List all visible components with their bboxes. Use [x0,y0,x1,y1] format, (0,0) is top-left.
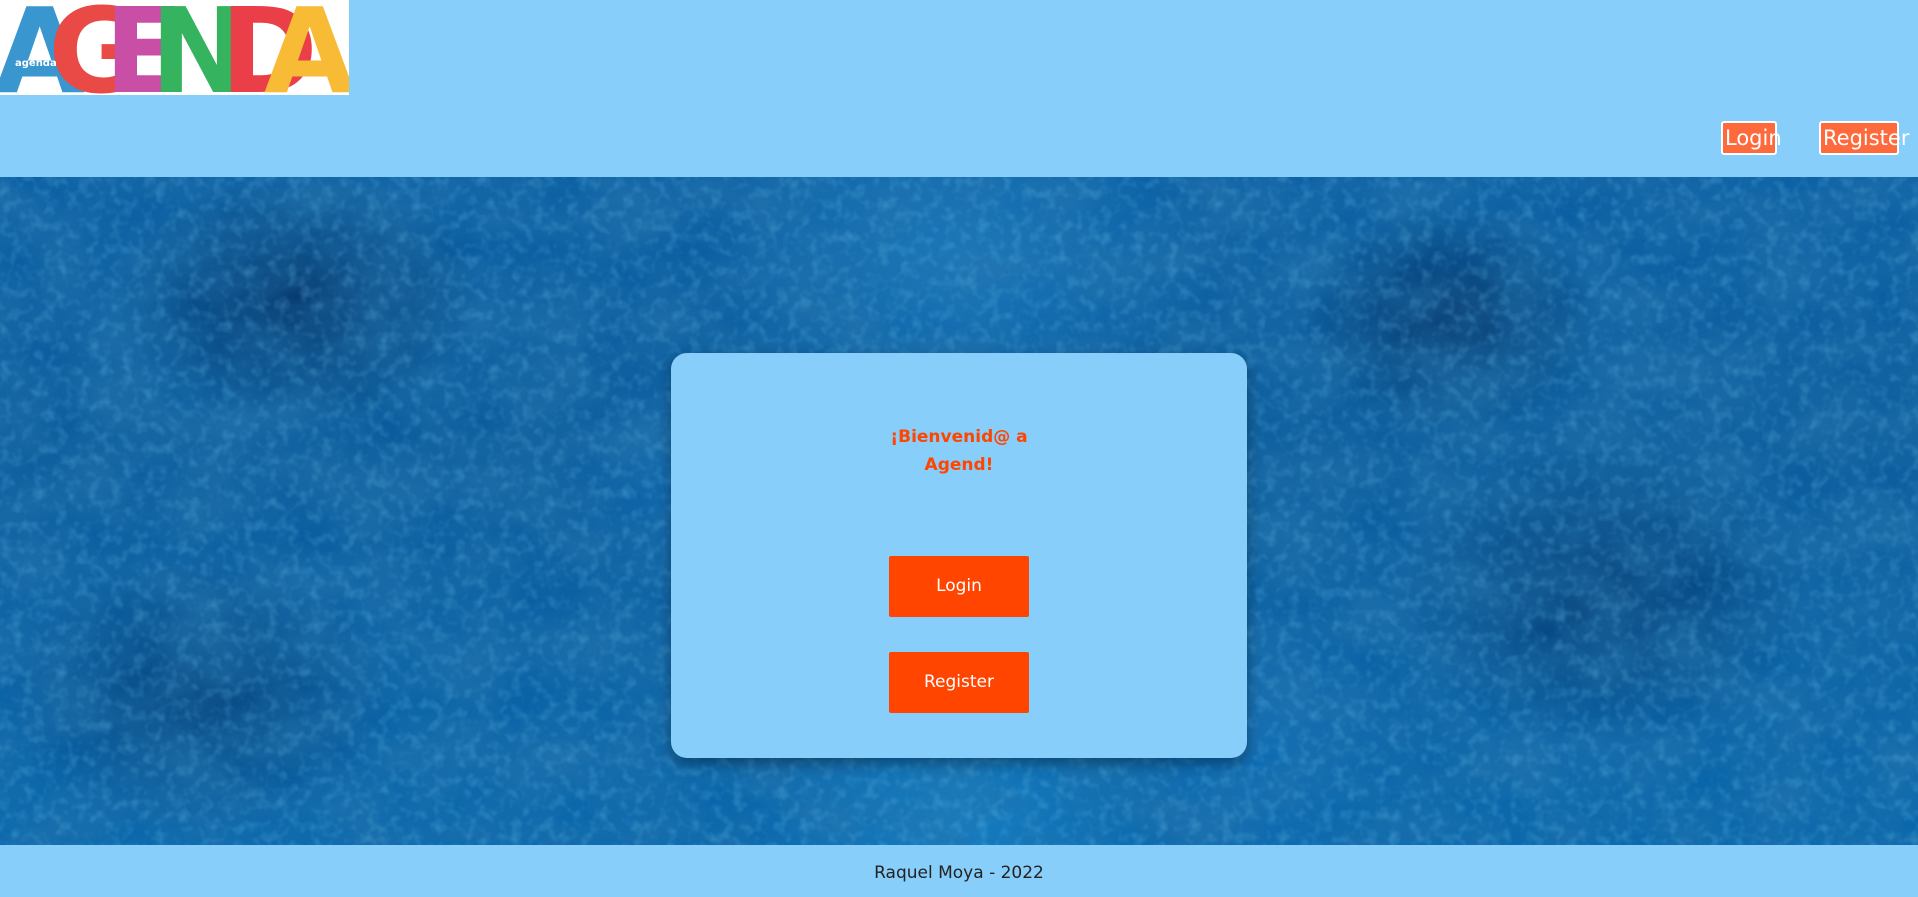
nav-register-button[interactable]: Register [1819,121,1909,155]
agenda-logo-graphic: A G E N D A agenda [0,0,349,95]
footer-credit: Raquel Moya - 2022 [874,863,1044,883]
welcome-line-2: Agend! [924,455,994,475]
nav-login-button[interactable]: Login [1721,121,1782,155]
svg-text:A: A [264,0,349,95]
welcome-line-1: ¡Bienvenid@ a [890,427,1028,447]
header: A G E N D A agenda Login Register [0,0,1918,177]
footer: Raquel Moya - 2022 [0,845,1918,897]
welcome-card: ¡Bienvenid@ a Agend! Login Register [671,353,1247,758]
register-button[interactable]: Register [889,652,1029,713]
agenda-logo[interactable]: A G E N D A agenda [0,0,349,95]
login-button[interactable]: Login [889,556,1029,617]
svg-text:agenda: agenda [15,58,57,69]
welcome-message: ¡Bienvenid@ a Agend! [671,423,1247,479]
page: A G E N D A agenda Login Register ¡Bienv… [0,0,1918,897]
